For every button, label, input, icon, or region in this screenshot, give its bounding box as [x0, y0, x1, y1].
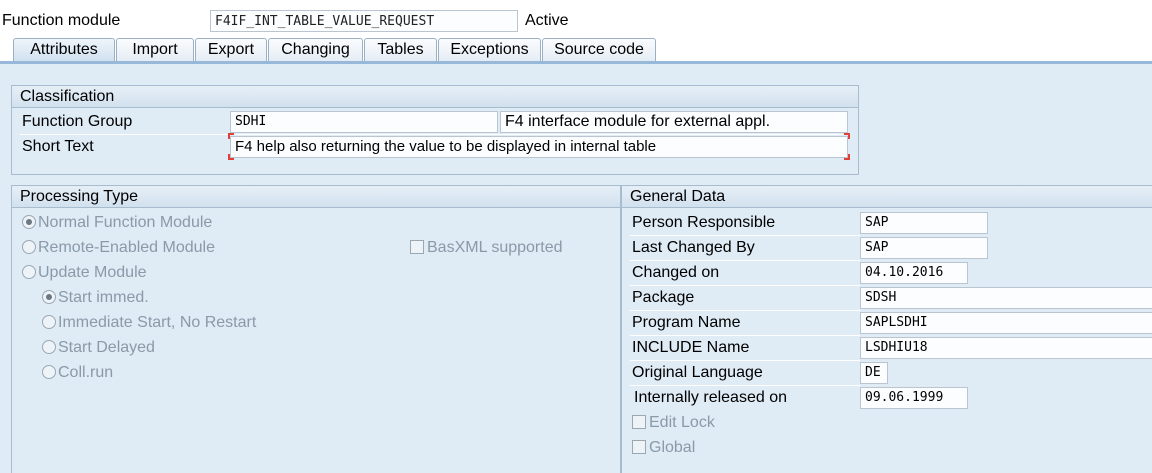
- radio-remote-enabled-module[interactable]: Remote-Enabled Module: [22, 236, 215, 260]
- checkbox-icon: [632, 415, 646, 429]
- header-bar: Function module F4IF_INT_TABLE_VALUE_REQ…: [0, 0, 1152, 38]
- checkbox-basxml-supported[interactable]: BasXML supported: [410, 236, 562, 260]
- program-name-label: Program Name: [632, 314, 741, 331]
- required-marker: [844, 154, 850, 160]
- checkbox-edit-lock[interactable]: Edit Lock: [632, 411, 715, 435]
- classification-group: Classification Function Group SDHI F4 in…: [11, 85, 859, 175]
- internally-released-field[interactable]: 09.06.1999: [860, 387, 968, 409]
- radio-update-module[interactable]: Update Module: [22, 261, 147, 285]
- program-name-field[interactable]: SAPLSDHI: [860, 312, 1152, 334]
- person-responsible-label: Person Responsible: [632, 214, 776, 231]
- changed-on-label: Changed on: [632, 264, 720, 281]
- short-text-input[interactable]: F4 help also returning the value to be d…: [230, 136, 848, 158]
- tab-exceptions[interactable]: Exceptions: [438, 38, 541, 62]
- short-text-label: Short Text: [22, 138, 94, 155]
- last-changed-by-label: Last Changed By: [632, 239, 755, 256]
- tab-underline: [0, 61, 1152, 64]
- function-module-input[interactable]: F4IF_INT_TABLE_VALUE_REQUEST: [210, 10, 518, 32]
- tab-export[interactable]: Export: [195, 38, 267, 62]
- radio-coll-run[interactable]: Coll.run: [42, 361, 113, 385]
- radio-immediate-start-no-restart[interactable]: Immediate Start, No Restart: [42, 311, 256, 335]
- function-group-description: F4 interface module for external appl.: [500, 111, 848, 133]
- checkbox-global[interactable]: Global: [632, 436, 695, 460]
- required-marker: [228, 133, 234, 139]
- radio-icon: [42, 340, 56, 354]
- tab-tables[interactable]: Tables: [364, 38, 437, 62]
- tab-strip: Attributes Import Export Changing Tables…: [0, 38, 1152, 62]
- required-marker: [844, 133, 850, 139]
- function-group-input[interactable]: SDHI: [230, 111, 498, 133]
- tab-changing[interactable]: Changing: [268, 38, 363, 62]
- general-data-group: General Data Person Responsible SAP Last…: [621, 185, 1152, 473]
- radio-icon: [42, 315, 56, 329]
- radio-icon: [22, 240, 36, 254]
- internally-released-label: Internally released on: [634, 389, 787, 406]
- package-label: Package: [632, 289, 695, 306]
- tab-import[interactable]: Import: [116, 38, 194, 62]
- function-group-label: Function Group: [22, 113, 133, 130]
- classification-title: Classification: [12, 86, 858, 108]
- processing-type-title: Processing Type: [12, 186, 620, 208]
- radio-start-immed[interactable]: Start immed.: [42, 286, 149, 310]
- original-language-field[interactable]: DE: [860, 362, 888, 384]
- checkbox-icon: [632, 440, 646, 454]
- general-data-title: General Data: [622, 186, 1152, 208]
- required-marker: [228, 154, 234, 160]
- processing-type-group: Processing Type Normal Function Module R…: [11, 185, 621, 473]
- radio-icon: [22, 265, 36, 279]
- changed-on-field[interactable]: 04.10.2016: [860, 262, 968, 284]
- original-language-label: Original Language: [632, 364, 763, 381]
- tab-attributes[interactable]: Attributes: [13, 38, 115, 62]
- radio-icon: [42, 365, 56, 379]
- tab-source-code[interactable]: Source code: [542, 38, 656, 62]
- package-field[interactable]: SDSH: [860, 287, 1152, 309]
- person-responsible-field[interactable]: SAP: [860, 212, 988, 234]
- include-name-field[interactable]: LSDHIU18: [860, 337, 1152, 359]
- row-divider: [20, 134, 850, 135]
- checkbox-icon: [410, 240, 424, 254]
- radio-start-delayed[interactable]: Start Delayed: [42, 336, 155, 360]
- radio-selected-icon: [22, 215, 36, 229]
- radio-normal-function-module[interactable]: Normal Function Module: [22, 211, 212, 235]
- last-changed-by-field[interactable]: SAP: [860, 237, 988, 259]
- radio-selected-icon: [42, 290, 56, 304]
- include-name-label: INCLUDE Name: [632, 339, 750, 356]
- function-module-label: Function module: [2, 12, 121, 29]
- status-label: Active: [525, 12, 569, 29]
